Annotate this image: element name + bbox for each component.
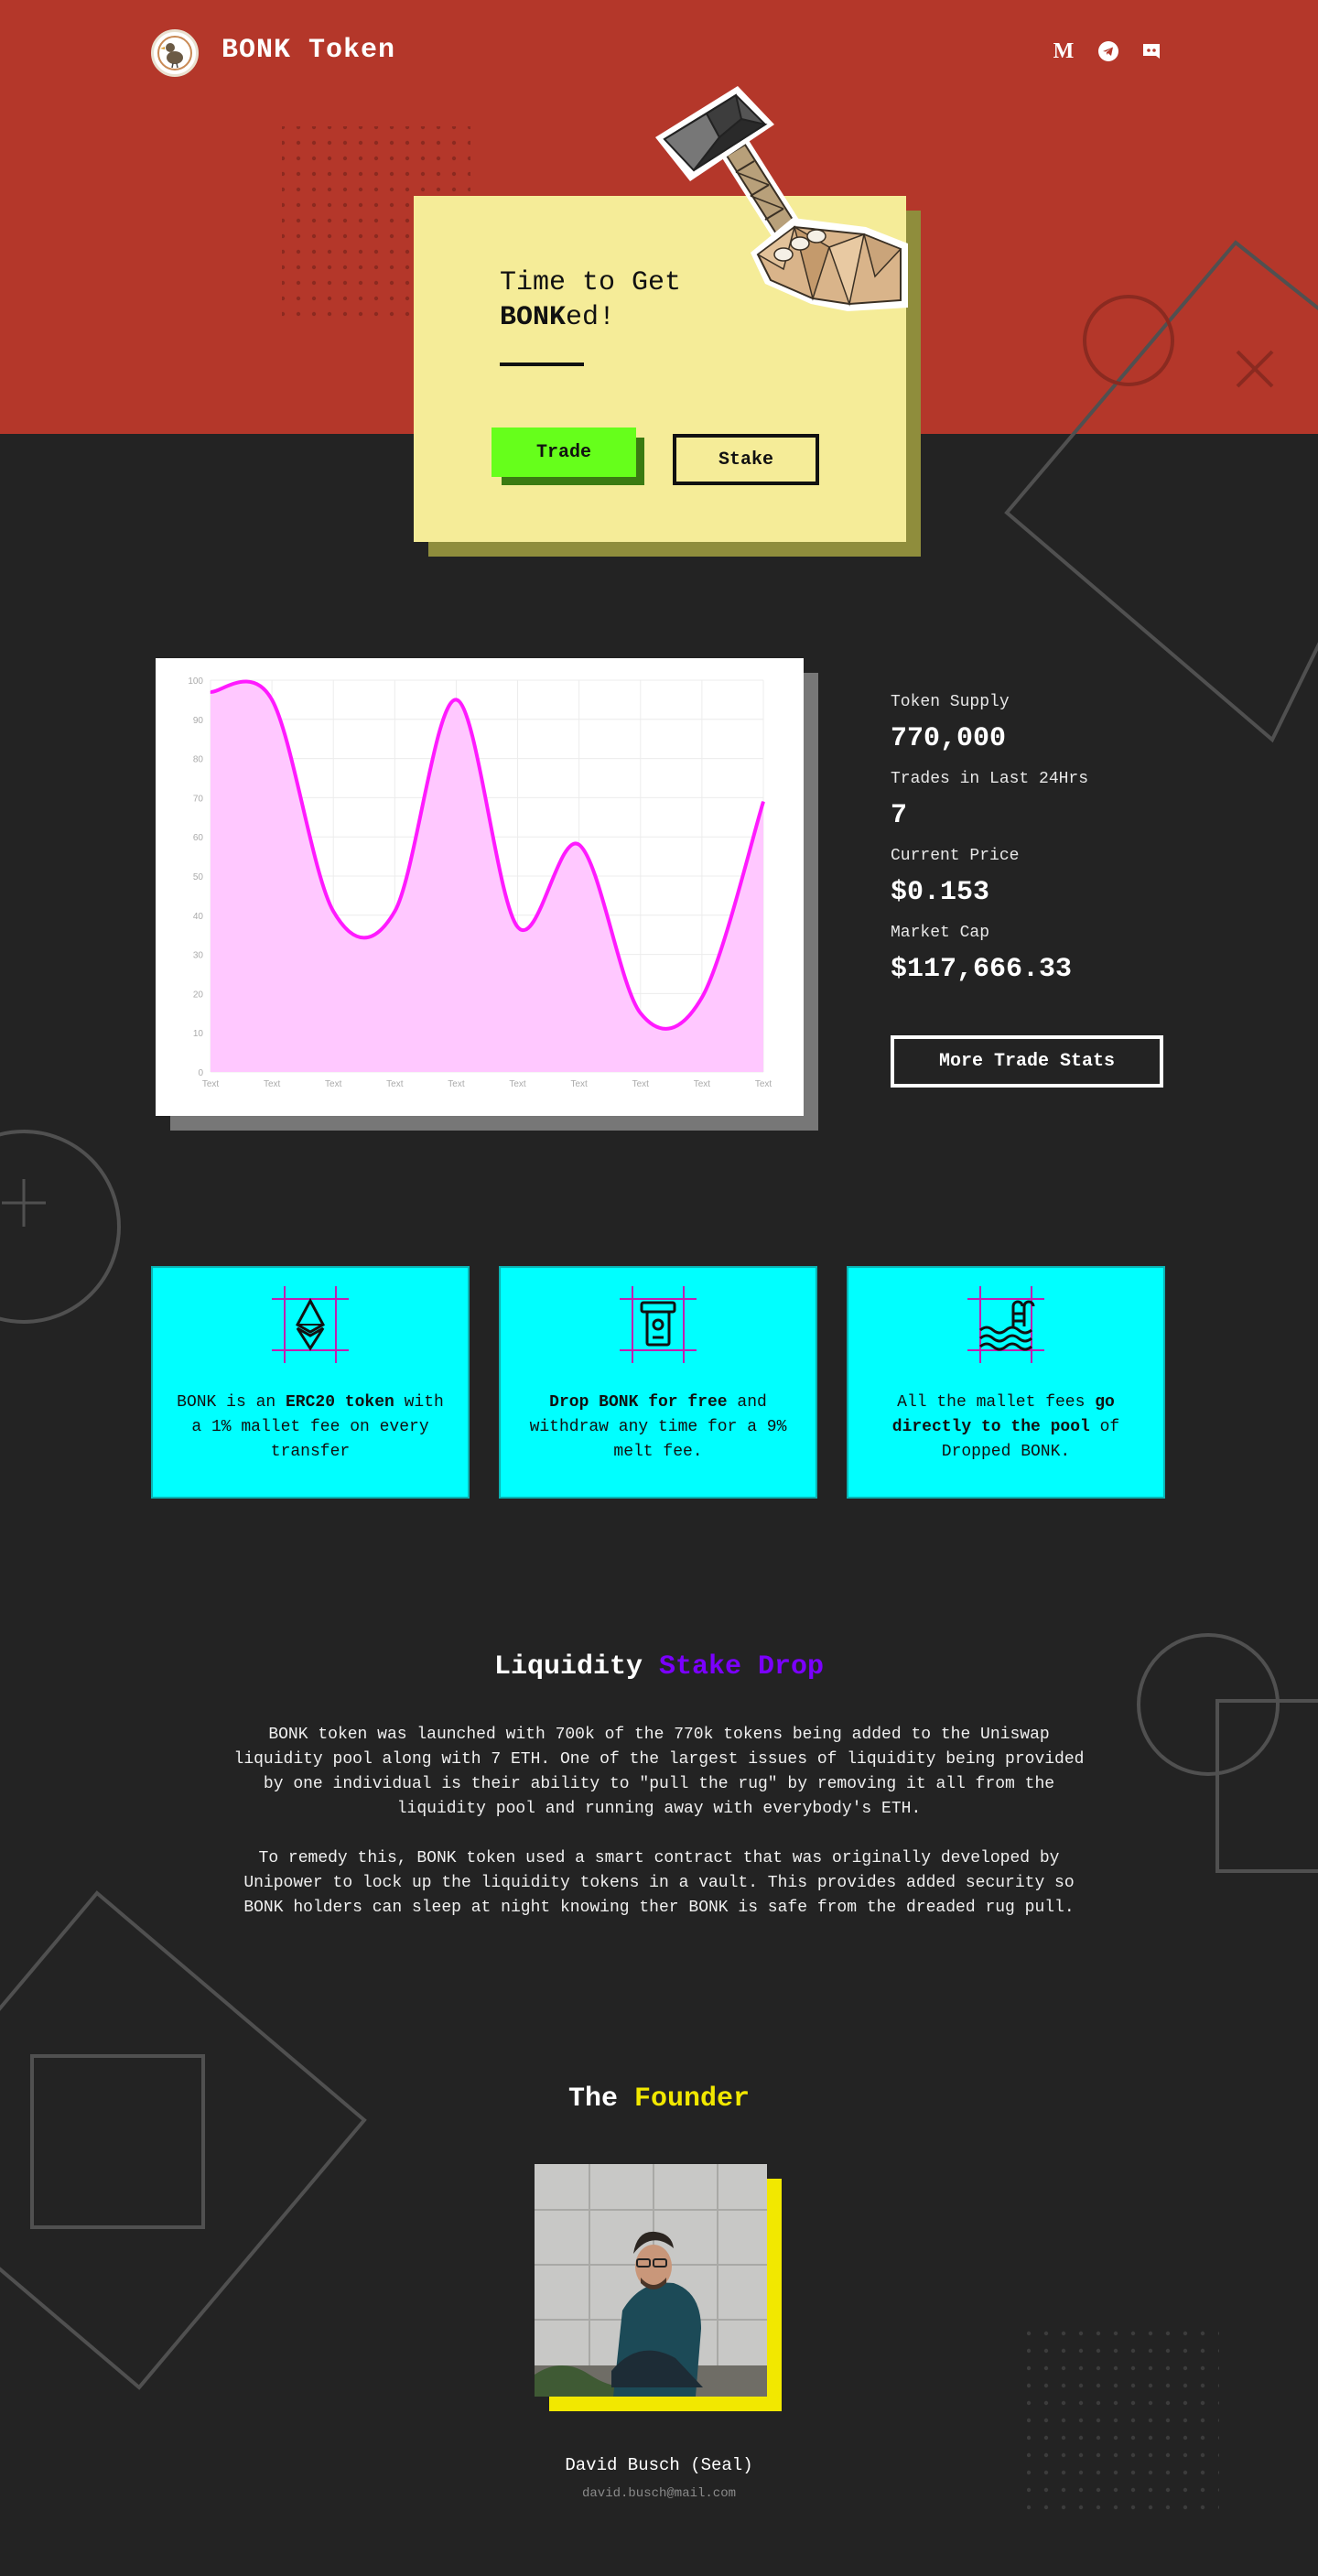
liquidity-title: Liquidity Stake Drop [493,1651,825,1683]
more-trade-stats-button[interactable]: More Trade Stats [891,1035,1163,1088]
area-fill [211,681,763,1072]
data-point [762,801,764,803]
y-tick-label: 100 [188,676,203,687]
market-cap-label: Market Cap [891,924,990,942]
data-point [394,911,395,913]
token-supply-value: 770,000 [891,723,1007,754]
medium-icon: M [1053,38,1075,63]
x-tick-label: Text [509,1079,526,1089]
hammer-in-hand-icon [655,86,908,311]
hero-title-bold: BONK [500,302,567,333]
y-tick-label: 70 [193,794,204,804]
stake-button[interactable]: Stake [673,434,819,485]
founder-name: David Busch (Seal) [565,2455,753,2475]
diamond-outline-decoration [0,1890,367,2390]
x-tick-label: Text [386,1079,404,1089]
telegram-icon [1098,41,1118,61]
bird-logo-icon [157,36,192,70]
feature-text: BONK is an ERC20 token with a 1% mallet … [177,1393,444,1461]
y-tick-label: 40 [193,912,204,922]
discord-icon [1143,44,1160,59]
data-point [271,698,273,700]
liquidity-paragraph: To remedy this, BONK token used a smart … [243,1849,1075,1917]
atm-withdraw-icon [620,1286,697,1363]
data-point [517,926,519,928]
liquidity-paragraph: BONK token was launched with 700k of the… [233,1726,1085,1818]
founder-email-link[interactable]: david.busch@mail.com [0,2486,1318,2501]
founder-title-accent: Founder [633,2084,751,2115]
square-outline-decoration [1215,1699,1318,1873]
liquidity-body: BONK token was launched with 700k of the… [220,1723,1098,1945]
trade-button[interactable]: Trade [492,428,636,477]
x-tick-label: Text [632,1079,650,1089]
data-point [701,997,703,999]
square-outline-decoration [30,2054,205,2229]
hero-title: Time to Get BONKed! [500,265,681,335]
data-point [640,1012,642,1014]
feature-card: All the mallet fees go directly to the p… [847,1266,1165,1499]
y-tick-label: 30 [193,951,204,961]
y-tick-label: 10 [193,1029,204,1039]
founder-photo [535,2164,767,2397]
x-tick-label: Text [264,1079,281,1089]
y-tick-label: 60 [193,833,204,843]
y-tick-label: 50 [193,872,204,882]
y-tick-label: 0 [198,1068,203,1078]
hero-title-rest: ed! [566,302,616,333]
token-supply-label: Token Supply [891,693,1010,711]
trades-24h-value: 7 [891,800,908,831]
data-point [332,911,334,913]
x-tick-label: Text [694,1079,711,1089]
discord-link[interactable] [1139,38,1164,64]
current-price-value: $0.153 [891,877,990,908]
x-tick-label: Text [755,1079,772,1089]
trades-24h-label: Trades in Last 24Hrs [891,770,1089,788]
pool-icon [967,1286,1044,1363]
telegram-link[interactable] [1096,38,1121,64]
feature-card: Drop BONK for free and withdraw any time… [499,1266,817,1499]
x-tick-label: Text [570,1079,588,1089]
brand-name[interactable]: BONK Token [221,35,395,66]
y-tick-label: 20 [193,990,204,1000]
x-tick-label: Text [202,1079,220,1089]
x-tick-label: Text [325,1079,342,1089]
feature-text: Drop BONK for free and withdraw any time… [529,1393,787,1461]
ethereum-icon [272,1286,349,1363]
y-tick-label: 80 [193,755,204,765]
feature-text: All the mallet fees go directly to the p… [891,1393,1120,1461]
founder-portrait [535,2164,767,2397]
data-point [455,698,457,700]
brand-logo[interactable] [151,29,199,77]
liquidity-title-accent: Stake Drop [659,1651,825,1683]
market-cap-value: $117,666.33 [891,954,1073,985]
circle-outline-decoration [0,1130,121,1324]
data-point [578,844,580,846]
hero-divider [500,363,584,366]
y-tick-label: 90 [193,716,204,726]
current-price-label: Current Price [891,847,1020,865]
founder-title: The Founder [567,2084,751,2115]
area-chart: 0 10 20 30 40 50 60 70 80 90 100 Text Text Text Text Te… [188,676,772,1089]
price-chart: 0 10 20 30 40 50 60 70 80 90 100 Text Text Text Text Te… [156,658,804,1116]
feature-card: BONK is an ERC20 token with a 1% mallet … [151,1266,470,1499]
hero-title-line1: Time to Get [500,267,682,298]
medium-link[interactable]: M [1051,38,1076,64]
x-tick-label: Text [448,1079,465,1089]
